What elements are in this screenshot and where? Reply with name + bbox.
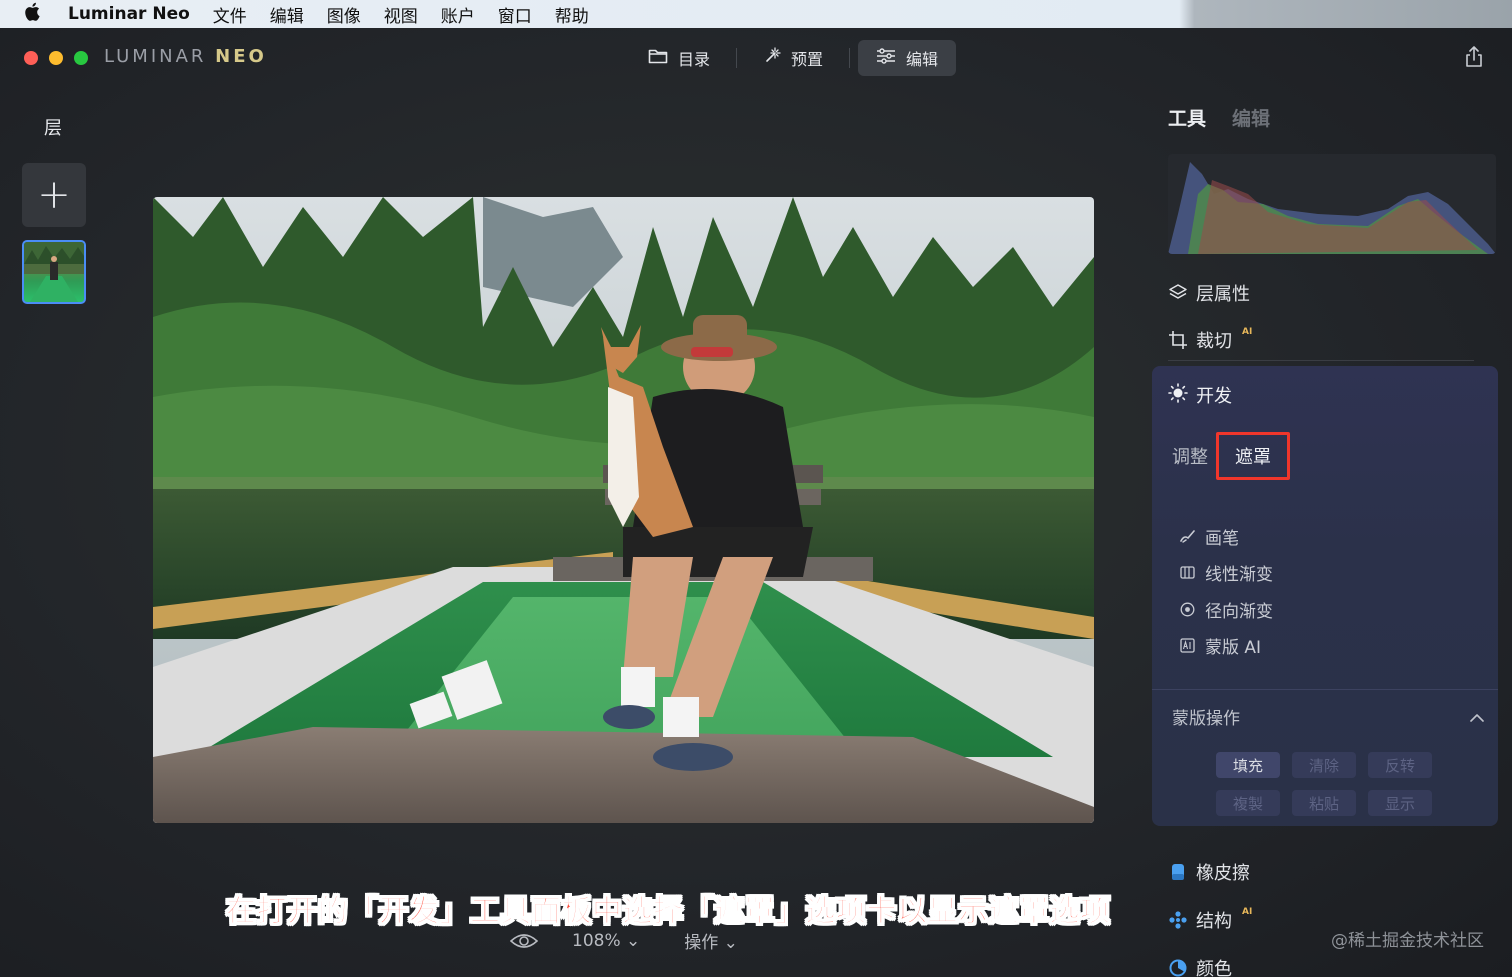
add-layer-button[interactable]: + [22, 163, 86, 227]
menu-bar: Luminar Neo 文件 编辑 图像 视图 账户 窗口 帮助 [0, 0, 1512, 28]
crop-icon [1168, 330, 1188, 350]
nav-presets-label: 预置 [791, 50, 824, 69]
nav-divider [736, 48, 738, 68]
nav-edit-label: 编辑 [906, 50, 939, 69]
mask-tool-brush-label: 画笔 [1205, 528, 1239, 549]
mask-tool-radial-gradient[interactable]: 径向渐变 [1180, 591, 1273, 628]
tool-eraser[interactable]: 橡皮擦 [1168, 859, 1250, 885]
sun-icon [1168, 382, 1188, 408]
app-window: LUMINAR NEO 目录 预置 编辑 层 + 在打开的「开发」工具面板中选择… [0, 28, 1512, 977]
structure-icon [1168, 910, 1188, 930]
chevron-down-icon: ⌄ [626, 930, 641, 951]
right-panel-tabs: 工具 编辑 [1168, 104, 1270, 131]
develop-title: 开发 [1196, 386, 1232, 407]
menu-image[interactable]: 图像 [327, 2, 361, 27]
panel-divider [1168, 360, 1474, 361]
chevron-up-icon [1470, 707, 1484, 727]
top-navigation: 目录 预置 编辑 [630, 40, 957, 76]
mask-ops-header[interactable]: 蒙版操作 [1172, 704, 1484, 729]
mask-tool-radial-gradient-label: 径向渐变 [1205, 601, 1273, 622]
linear-gradient-icon [1180, 565, 1195, 580]
mask-tool-mask-ai[interactable]: 蒙版 AI [1180, 628, 1273, 665]
app-logo: LUMINAR NEO [104, 46, 267, 67]
share-icon[interactable] [1464, 46, 1484, 68]
radial-gradient-icon [1180, 602, 1195, 617]
tool-color[interactable]: 颜色 [1168, 955, 1232, 977]
zoom-value: 108% [572, 930, 621, 951]
brush-icon [1180, 529, 1195, 544]
mask-tool-mask-ai-label: 蒙版 AI [1205, 638, 1262, 659]
menu-view[interactable]: 视图 [384, 2, 418, 27]
zoom-window-button[interactable] [74, 51, 88, 65]
mask-op-paste-button[interactable]: 粘贴 [1292, 790, 1356, 816]
nav-edit-button[interactable]: 编辑 [858, 40, 957, 76]
menu-help[interactable]: 帮助 [555, 2, 589, 27]
main-photo[interactable] [153, 197, 1094, 823]
layers-icon [1168, 283, 1188, 303]
mask-tool-linear-gradient[interactable]: 线性渐变 [1180, 555, 1273, 592]
mask-op-show-button[interactable]: 显示 [1368, 790, 1432, 816]
tool-color-label: 颜色 [1196, 959, 1232, 977]
menu-file[interactable]: 文件 [213, 2, 247, 27]
ai-badge: AI [1242, 907, 1253, 917]
histogram [1168, 154, 1496, 254]
tool-eraser-label: 橡皮擦 [1196, 863, 1250, 884]
mask-ai-icon [1180, 638, 1195, 653]
menu-account[interactable]: 账户 [441, 2, 475, 27]
watermark: @稀土掘金技术社区 [1331, 931, 1484, 951]
mask-ops-title: 蒙版操作 [1172, 709, 1240, 729]
menu-window[interactable]: 窗口 [498, 2, 532, 27]
mask-ops-grid: 填充 清除 反转 複製 粘贴 显示 [1216, 752, 1432, 816]
mask-ops-divider [1152, 689, 1498, 690]
sliders-icon [876, 48, 896, 68]
develop-panel: 开发 调整 遮罩 画笔 线性渐变 径向渐变 蒙版 AI 蒙版操作 填充 清除 反… [1152, 366, 1498, 826]
apple-icon[interactable] [24, 2, 46, 26]
ai-badge: AI [1242, 327, 1253, 337]
tool-layer-properties[interactable]: 层属性 [1168, 280, 1250, 306]
develop-header[interactable]: 开发 [1168, 382, 1232, 408]
tab-mask[interactable]: 遮罩 [1216, 432, 1290, 480]
mask-tool-linear-gradient-label: 线性渐变 [1205, 565, 1273, 586]
tab-tools[interactable]: 工具 [1168, 104, 1206, 131]
tool-layer-properties-label: 层属性 [1196, 284, 1250, 305]
nav-catalog-button[interactable]: 目录 [630, 40, 728, 76]
actions-label: 操作 [684, 933, 719, 953]
eraser-icon [1168, 862, 1188, 882]
mask-op-copy-button[interactable]: 複製 [1216, 790, 1280, 816]
magic-wand-icon [763, 47, 781, 69]
folder-icon [648, 48, 668, 68]
menu-app-name[interactable]: Luminar Neo [68, 4, 190, 24]
bottom-bar: 108% ⌄ 操作 ⌄ [509, 928, 738, 953]
color-icon [1168, 958, 1188, 977]
minimize-window-button[interactable] [49, 51, 63, 65]
nav-divider [849, 48, 851, 68]
close-window-button[interactable] [24, 51, 38, 65]
tool-crop-label: 裁切 [1196, 331, 1232, 352]
mask-tool-brush[interactable]: 画笔 [1180, 518, 1273, 555]
mask-op-fill-button[interactable]: 填充 [1216, 752, 1280, 778]
eye-icon[interactable] [509, 932, 539, 950]
tutorial-caption: 在打开的「开发」工具面板中选择「遮罩」选项卡以显示遮罩选项 [226, 894, 1111, 930]
mask-tool-list: 画笔 线性渐变 径向渐变 蒙版 AI [1180, 518, 1273, 664]
tool-structure-label: 结构 [1196, 911, 1232, 932]
mask-op-invert-button[interactable]: 反转 [1368, 752, 1432, 778]
mask-op-clear-button[interactable]: 清除 [1292, 752, 1356, 778]
layer-thumbnail[interactable] [22, 240, 86, 304]
layers-title: 层 [44, 118, 62, 139]
title-bar: LUMINAR NEO 目录 预置 编辑 [0, 28, 1512, 86]
tab-adjust[interactable]: 调整 [1172, 443, 1208, 469]
chevron-down-icon: ⌄ [723, 933, 738, 953]
zoom-dropdown[interactable]: 108% ⌄ [572, 931, 640, 951]
nav-catalog-label: 目录 [678, 50, 711, 69]
develop-tabs: 调整 遮罩 [1172, 432, 1320, 480]
actions-dropdown[interactable]: 操作 ⌄ [684, 928, 738, 953]
plus-icon: + [37, 172, 71, 218]
menu-edit[interactable]: 编辑 [270, 2, 304, 27]
nav-presets-button[interactable]: 预置 [745, 40, 841, 76]
tool-crop[interactable]: 裁切 AI [1168, 327, 1252, 353]
tab-edits[interactable]: 编辑 [1232, 104, 1270, 131]
tool-structure[interactable]: 结构 AI [1168, 907, 1252, 933]
